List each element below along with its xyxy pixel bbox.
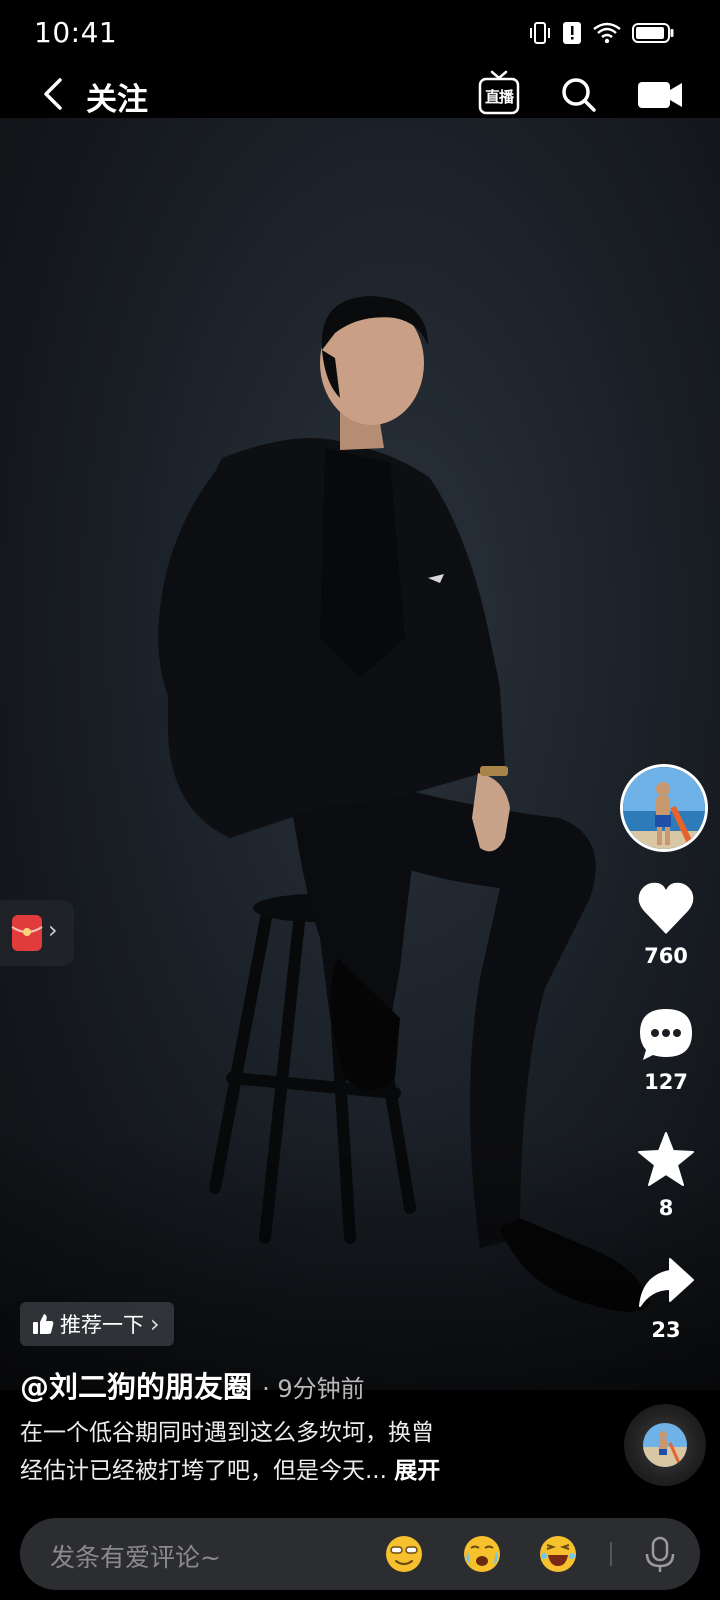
- author-line: @刘二狗的朋友圈 · 9分钟前: [20, 1364, 365, 1406]
- video-fade: [0, 1130, 720, 1390]
- thumbs-up-icon: [33, 1314, 54, 1334]
- red-packet-icon: [11, 915, 43, 951]
- red-packet-arrow: ›: [48, 916, 58, 944]
- search-button[interactable]: [560, 76, 598, 114]
- share-count: 23: [651, 1318, 681, 1342]
- comment-bar: 发条有爱评论~: [20, 1518, 700, 1590]
- share-icon: [639, 1258, 694, 1307]
- video-player[interactable]: [0, 118, 720, 1390]
- red-packet-button[interactable]: ›: [0, 900, 74, 966]
- cool-emoji-icon[interactable]: [384, 1534, 424, 1574]
- heart-icon: [638, 882, 694, 934]
- search-icon: [562, 78, 596, 112]
- post-caption: 在一个低谷期同时遇到这么多坎坷，换曾 经估计已经被打垮了吧，但是今天... 展开: [20, 1414, 540, 1490]
- favorite-button[interactable]: 8: [624, 1130, 708, 1220]
- recommend-chevron: ›: [150, 1310, 160, 1338]
- caption-line-2: 经估计已经被打垮了吧，但是今天...: [20, 1458, 387, 1484]
- status-icons: [528, 20, 674, 50]
- comment-count: 127: [644, 1070, 688, 1094]
- comment-button[interactable]: 127: [624, 1006, 708, 1094]
- laughing-emoji-icon[interactable]: [538, 1534, 578, 1574]
- live-button[interactable]: 直播: [478, 70, 520, 116]
- top-nav: 关注 直播: [0, 70, 720, 118]
- status-time: 10:41: [34, 16, 118, 49]
- author-avatar[interactable]: [620, 764, 708, 852]
- post-time: · 9分钟前: [262, 1375, 365, 1403]
- vibrate-icon: [528, 20, 552, 50]
- star-icon: [638, 1132, 694, 1186]
- favorite-count: 8: [658, 1196, 674, 1220]
- crying-emoji-icon[interactable]: [462, 1534, 502, 1574]
- like-count: 760: [644, 944, 688, 968]
- alert-icon: [562, 21, 582, 49]
- mic-icon[interactable]: [642, 1536, 678, 1574]
- live-label-1: 直: [484, 88, 500, 106]
- page-title: 关注: [86, 82, 148, 118]
- camera-button[interactable]: [638, 80, 684, 110]
- back-icon: [44, 78, 62, 110]
- back-button[interactable]: [38, 76, 68, 112]
- caption-line-1: 在一个低谷期同时遇到这么多坎坷，换曾: [20, 1420, 434, 1446]
- music-disc[interactable]: [624, 1404, 706, 1486]
- battery-icon: [632, 22, 674, 48]
- live-label-2: 播: [499, 88, 514, 106]
- expand-link[interactable]: 展开: [394, 1458, 440, 1484]
- like-button[interactable]: 760: [624, 880, 708, 968]
- author-name[interactable]: @刘二狗的朋友圈: [20, 1370, 252, 1404]
- status-bar: 10:41: [0, 0, 720, 70]
- recommend-button[interactable]: 推荐一下 ›: [20, 1302, 174, 1346]
- recommend-label: 推荐一下: [60, 1313, 144, 1337]
- divider: [610, 1542, 612, 1566]
- camera-icon: [638, 82, 682, 108]
- music-disc-cover: [643, 1423, 687, 1467]
- share-button[interactable]: 23: [624, 1256, 708, 1342]
- wifi-icon: [592, 21, 622, 49]
- comment-icon: [640, 1009, 692, 1060]
- comment-input[interactable]: 发条有爱评论~: [50, 1538, 221, 1574]
